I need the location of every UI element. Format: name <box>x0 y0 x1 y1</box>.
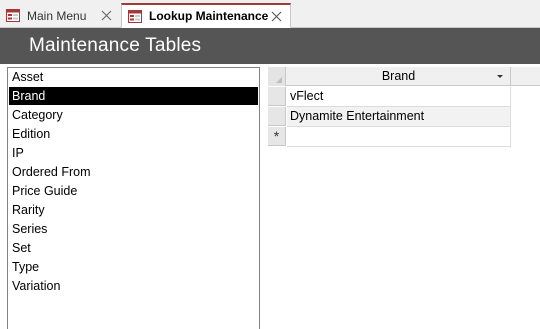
brand-cell[interactable]: vFlect <box>287 87 511 107</box>
list-item-rarity[interactable]: Rarity <box>9 201 258 219</box>
close-icon[interactable] <box>101 10 112 21</box>
row-selector[interactable] <box>268 87 286 106</box>
list-item-edition[interactable]: Edition <box>9 125 258 143</box>
list-item-variation[interactable]: Variation <box>9 277 258 295</box>
select-all-icon <box>276 77 282 83</box>
select-all-button[interactable] <box>268 67 286 86</box>
column-header-brand[interactable]: Brand <box>287 67 511 86</box>
tab-main-menu[interactable]: Main Menu <box>0 3 120 28</box>
form-icon <box>6 9 20 22</box>
document-tab-strip: Main Menu Lookup Maintenance <box>0 0 540 28</box>
new-record-selector[interactable]: * <box>268 127 286 146</box>
close-icon[interactable] <box>271 11 282 22</box>
tables-listbox[interactable]: Asset Brand Category Edition IP Ordered … <box>7 67 260 329</box>
access-window: Main Menu Lookup Maintenance Maintenance… <box>0 0 540 329</box>
form-icon <box>128 9 142 23</box>
list-item-series[interactable]: Series <box>9 220 258 238</box>
list-item-ordered-from[interactable]: Ordered From <box>9 163 258 181</box>
datasheet-header-row: Brand <box>268 67 540 86</box>
list-item-asset[interactable]: Asset <box>9 68 258 86</box>
list-item-brand[interactable]: Brand <box>9 87 258 105</box>
column-header-label: Brand <box>381 69 416 83</box>
tab-main-menu-label: Main Menu <box>27 8 87 23</box>
brand-cell[interactable]: Dynamite Entertainment <box>287 107 511 127</box>
list-item-price-guide[interactable]: Price Guide <box>9 182 258 200</box>
form-header: Maintenance Tables <box>0 28 540 64</box>
row-selector[interactable] <box>268 107 286 126</box>
list-item-category[interactable]: Category <box>9 106 258 124</box>
page-title: Maintenance Tables <box>29 35 202 56</box>
new-record-cell[interactable] <box>287 127 511 147</box>
list-item-set[interactable]: Set <box>9 239 258 257</box>
tab-lookup-maintenance-label: Lookup Maintenance <box>149 9 269 23</box>
chevron-down-icon[interactable] <box>497 75 503 78</box>
brand-datasheet: Brand vFlect Dynamite Entertainment * <box>268 67 540 329</box>
list-item-type[interactable]: Type <box>9 258 258 276</box>
list-item-ip[interactable]: IP <box>9 144 258 162</box>
tab-lookup-maintenance[interactable]: Lookup Maintenance <box>121 3 291 28</box>
